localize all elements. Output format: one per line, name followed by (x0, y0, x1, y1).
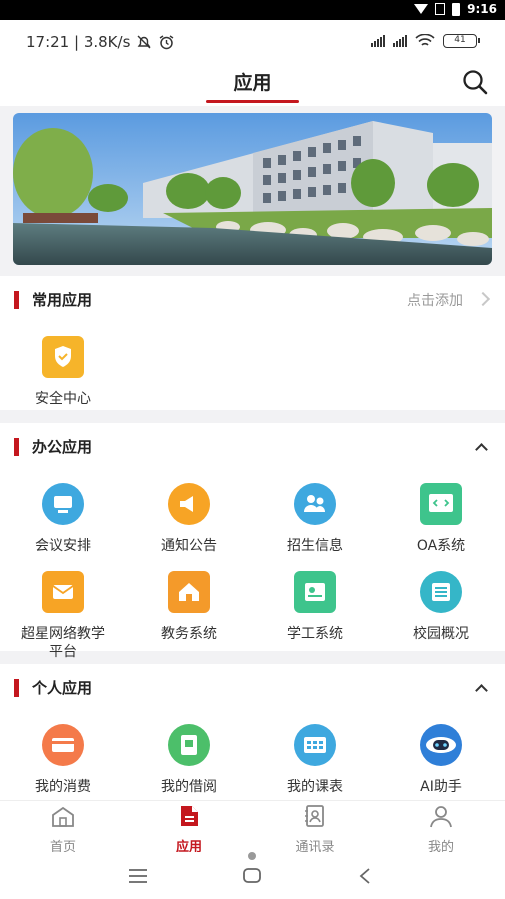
signal-icon-2 (393, 35, 407, 47)
app-header: 应用 (0, 64, 505, 106)
app-label: OA系统 (416, 538, 466, 554)
system-time: 9:16 (467, 2, 497, 16)
campus-banner[interactable] (13, 113, 492, 265)
home-icon (168, 571, 210, 613)
tab-profile[interactable]: 我的 (378, 803, 504, 855)
app-tile-schedule[interactable]: 我的课表 (252, 724, 378, 796)
megaphone-icon (168, 483, 210, 525)
personal-apps-section: 个人应用 我的消费 我的借阅 我的课表 AI助手 (0, 664, 505, 800)
schedule-icon (294, 724, 336, 766)
envelope-icon (42, 571, 84, 613)
bottom-tab-bar: 首页 应用 通讯录 我的 (0, 800, 505, 855)
home-nav-icon[interactable] (243, 867, 261, 884)
menu-icon[interactable] (128, 868, 148, 884)
app-label: 通知公告 (161, 538, 217, 554)
alarm-icon (160, 34, 174, 49)
chevron-right-icon[interactable] (475, 291, 491, 307)
battery-icon (452, 2, 461, 16)
wifi-status-icon (415, 34, 435, 46)
no-sim-icon (435, 3, 446, 15)
app-tile-oa[interactable]: OA系统 (378, 483, 504, 555)
section-marker (14, 438, 19, 456)
profile-tab-icon (430, 806, 452, 828)
office-apps-header[interactable]: 办公应用 (0, 423, 505, 471)
app-tile-admission[interactable]: 招生信息 (252, 483, 378, 555)
mute-bell-icon (137, 35, 151, 49)
chevron-up-icon[interactable] (475, 443, 488, 456)
app-tile-ai-assistant[interactable]: AI助手 (378, 724, 504, 796)
time-and-speed: 17:21 | 3.8K/s (26, 33, 131, 51)
list-icon (420, 571, 462, 613)
meeting-icon (42, 483, 84, 525)
app-tile-meeting[interactable]: 会议安排 (0, 483, 126, 555)
app-tile-student-affairs[interactable]: 学工系统 (252, 571, 378, 643)
app-label: 招生信息 (287, 538, 343, 554)
code-window-icon (420, 483, 462, 525)
robot-icon (420, 724, 462, 766)
app-tile-campus-overview[interactable]: 校园概况 (378, 571, 504, 643)
app-tile-consumption[interactable]: 我的消费 (0, 724, 126, 796)
app-label: 校园概况 (413, 626, 469, 642)
contacts-tab-icon (305, 805, 324, 827)
search-icon[interactable] (461, 68, 489, 96)
app-label: AI助手 (420, 779, 462, 795)
app-label: 学工系统 (287, 626, 343, 642)
personal-apps-header[interactable]: 个人应用 (0, 664, 505, 712)
section-marker (14, 291, 19, 309)
office-apps-section: 办公应用 会议安排 通知公告 招生信息 OA系统 超星网络教学 平台 教务系统 … (0, 423, 505, 660)
apps-tab-icon (181, 806, 198, 826)
system-nav-bar (0, 852, 505, 899)
app-label: 安全中心 (35, 391, 91, 407)
section-title: 个人应用 (32, 679, 93, 697)
app-label: 教务系统 (161, 626, 217, 642)
status-line: 17:21 | 3.8K/s 41 (0, 20, 505, 64)
users-icon (294, 483, 336, 525)
nav-indicator-dot (248, 852, 256, 860)
app-label: 超星网络教学 平台 (21, 626, 105, 660)
battery-level: 41 (443, 34, 480, 48)
section-title: 常用应用 (32, 291, 93, 309)
app-tile-security[interactable]: 安全中心 (0, 336, 126, 408)
book-icon (168, 724, 210, 766)
tab-apps[interactable]: 应用 (126, 803, 252, 855)
card-icon (42, 724, 84, 766)
app-tile-chaoxing[interactable]: 超星网络教学 平台 (0, 571, 126, 661)
common-apps-section: 常用应用 点击添加 安全中心 (0, 276, 505, 410)
section-marker (14, 679, 19, 697)
app-label: 我的课表 (287, 779, 343, 795)
home-tab-icon (52, 806, 74, 827)
app-label: 我的借阅 (161, 779, 217, 795)
id-card-icon (294, 571, 336, 613)
back-icon[interactable] (358, 867, 372, 885)
system-status-bar: 9:16 (0, 0, 505, 20)
shield-icon (42, 336, 84, 378)
title-underline (206, 100, 299, 103)
chevron-up-icon[interactable] (475, 684, 488, 697)
section-title: 办公应用 (32, 438, 93, 456)
page-title: 应用 (233, 72, 272, 94)
common-apps-header: 常用应用 点击添加 (0, 276, 505, 324)
wifi-icon (414, 4, 429, 14)
app-tile-borrowing[interactable]: 我的借阅 (126, 724, 252, 796)
app-tile-notice[interactable]: 通知公告 (126, 483, 252, 555)
tab-home[interactable]: 首页 (0, 803, 126, 855)
app-label: 会议安排 (35, 538, 91, 554)
tab-contacts[interactable]: 通讯录 (252, 803, 378, 855)
app-label: 我的消费 (35, 779, 91, 795)
add-app-link[interactable]: 点击添加 (407, 290, 463, 310)
app-tile-academic[interactable]: 教务系统 (126, 571, 252, 643)
signal-icon (371, 35, 385, 47)
